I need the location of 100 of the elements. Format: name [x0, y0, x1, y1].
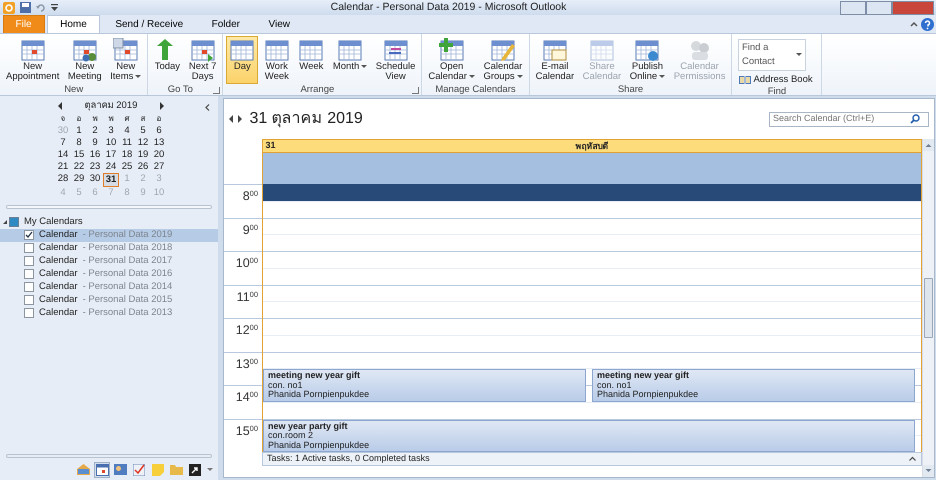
ribbon-button[interactable]: New Appointment: [3, 36, 62, 84]
calendar-day[interactable]: 31: [103, 172, 119, 187]
expand-icon[interactable]: [909, 456, 916, 462]
customize-icon[interactable]: [50, 4, 58, 12]
calendar-item[interactable]: Calendar - Personal Data 2014: [0, 280, 218, 294]
calendar-day[interactable]: 21: [55, 160, 71, 173]
ribbon-button[interactable]: Publish Online: [626, 36, 668, 84]
calendar-day[interactable]: 17: [103, 148, 119, 161]
launcher-icon[interactable]: [412, 87, 420, 94]
checkbox[interactable]: [24, 230, 34, 240]
ribbon-tab[interactable]: View: [256, 15, 303, 33]
calendar-day[interactable]: 26: [135, 160, 151, 173]
ribbon-button[interactable]: Open Calendar: [425, 36, 478, 84]
ribbon-button[interactable]: Calendar Groups: [480, 36, 526, 84]
calendar-day[interactable]: 1: [71, 124, 87, 137]
ribbon-button[interactable]: Work Week: [260, 36, 293, 84]
calendar-item[interactable]: Calendar - Personal Data 2017: [0, 254, 218, 268]
next-month-icon[interactable]: [160, 102, 164, 110]
calendar-day[interactable]: 27: [151, 160, 167, 173]
calendar-day[interactable]: 18: [119, 148, 135, 161]
scrollbar[interactable]: [922, 139, 934, 477]
checkbox[interactable]: [24, 295, 34, 306]
scroll-thumb[interactable]: [924, 278, 933, 338]
calendar-item[interactable]: Calendar - Personal Data 2015: [0, 294, 218, 307]
tasks-icon[interactable]: [131, 462, 147, 478]
minimize-button[interactable]: [840, 0, 866, 14]
ribbon-button[interactable]: Schedule View: [372, 36, 418, 84]
ribbon-button[interactable]: Week: [295, 36, 328, 84]
contacts-icon[interactable]: [112, 462, 128, 478]
calendar-day[interactable]: 6: [151, 124, 167, 137]
address-book-button[interactable]: Address Book: [738, 74, 814, 86]
collapse-pane-icon[interactable]: [205, 104, 210, 111]
help-icon[interactable]: [920, 18, 934, 30]
calendar-day[interactable]: 25: [119, 160, 135, 173]
calendar-day[interactable]: 13: [151, 136, 167, 149]
ribbon-button[interactable]: Today: [151, 36, 184, 84]
scroll-down-icon[interactable]: [923, 465, 934, 477]
shortcut-icon[interactable]: [186, 462, 202, 478]
calendar-day[interactable]: 16: [87, 148, 103, 161]
ribbon-button[interactable]: E-mail Calendar: [532, 36, 578, 84]
calendar-day[interactable]: 30: [87, 172, 103, 187]
collapse-ribbon-icon[interactable]: [910, 21, 918, 27]
calendar-day[interactable]: 3: [103, 124, 119, 137]
ribbon-button[interactable]: Day: [226, 36, 258, 84]
caret-icon: [135, 74, 142, 78]
launcher-icon[interactable]: [213, 87, 220, 94]
calendar-day[interactable]: 15: [71, 148, 87, 161]
ribbon-tab[interactable]: Send / Receive: [102, 15, 196, 33]
group-label: Share: [616, 84, 644, 95]
search-icon[interactable]: [910, 114, 920, 124]
checkbox[interactable]: [24, 256, 34, 266]
calendar-item[interactable]: Calendar - Personal Data 2016: [0, 268, 218, 281]
mail-icon[interactable]: [76, 462, 92, 478]
restore-button[interactable]: [866, 0, 892, 14]
calendar-day[interactable]: 8: [71, 136, 87, 149]
close-button[interactable]: [892, 0, 934, 14]
calendar-day[interactable]: 29: [71, 172, 87, 187]
calendar-day[interactable]: 20: [151, 148, 167, 161]
undo-icon[interactable]: [36, 2, 46, 12]
scroll-up-icon[interactable]: [923, 139, 934, 151]
calendar-event[interactable]: meeting new year gift con. no1 Phanida Pornpienpukdee: [263, 369, 586, 402]
calendar-icon[interactable]: [94, 462, 110, 478]
calendar-day[interactable]: 22: [71, 160, 87, 173]
calendar-event[interactable]: meeting new year gift con. no1 Phanida Pornpienpukdee: [592, 369, 915, 402]
calendar-item[interactable]: Calendar - Personal Data 2019: [0, 228, 218, 242]
ribbon-button[interactable]: New Meeting: [64, 36, 105, 84]
calendar-day[interactable]: 2: [87, 124, 103, 137]
calendar-day[interactable]: 19: [135, 148, 151, 161]
calendar-day[interactable]: 10: [103, 136, 119, 149]
calendar-event[interactable]: new year party gift con.room 2 Phanida Pornpienpukdee: [263, 420, 915, 452]
calendar-day[interactable]: 11: [119, 136, 135, 149]
calendar-day[interactable]: 7: [55, 136, 71, 149]
ribbon-tab[interactable]: Home: [47, 15, 100, 33]
previous-month-icon[interactable]: [58, 102, 62, 110]
save-icon[interactable]: [20, 2, 30, 13]
calendar-day[interactable]: 24: [103, 160, 119, 173]
previous-day-icon[interactable]: [229, 115, 233, 123]
calendar-day[interactable]: 14: [55, 148, 71, 161]
checkbox[interactable]: [24, 308, 34, 318]
caret-icon[interactable]: [207, 468, 213, 471]
calendar-day[interactable]: 12: [135, 136, 151, 149]
next-day-icon[interactable]: [238, 115, 242, 123]
ribbon-tab[interactable]: Folder: [198, 15, 253, 33]
calendar-day[interactable]: 23: [87, 160, 103, 173]
checkbox[interactable]: [24, 269, 34, 280]
calendar-item[interactable]: Calendar - Personal Data 2018: [0, 242, 218, 255]
calendar-day[interactable]: 9: [87, 136, 103, 149]
calendar-name: Calendar: [39, 280, 78, 294]
ribbon-button[interactable]: Month: [330, 36, 370, 84]
checkbox[interactable]: [24, 282, 34, 292]
checkbox[interactable]: [24, 243, 34, 254]
search-field[interactable]: Search Calendar (Ctrl+E): [769, 112, 929, 126]
calendar-day[interactable]: 28: [55, 172, 71, 187]
caret-icon: [468, 74, 475, 78]
calendar-day[interactable]: 5: [135, 124, 151, 137]
calendar-item[interactable]: Calendar - Personal Data 2013: [0, 306, 218, 320]
ribbon-button[interactable]: Next 7 Days: [186, 36, 220, 84]
find-contact-field[interactable]: Find a Contact: [738, 38, 806, 71]
calendar-day[interactable]: 4: [119, 124, 135, 137]
ribbon-button[interactable]: New Items: [107, 36, 144, 84]
